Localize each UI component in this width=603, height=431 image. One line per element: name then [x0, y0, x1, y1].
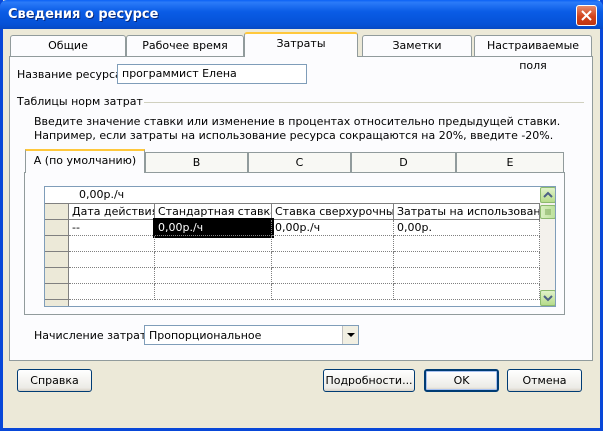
dropdown-arrow[interactable]	[342, 326, 358, 344]
close-button[interactable]	[576, 5, 597, 26]
table-cell[interactable]	[155, 268, 272, 284]
table-cell[interactable]	[69, 284, 155, 300]
tab-notes[interactable]: Заметки	[362, 35, 472, 56]
row-header[interactable]	[45, 220, 69, 236]
chevron-down-icon	[347, 333, 355, 337]
edit-bar-input[interactable]: 0,00р./ч	[69, 187, 540, 204]
table-cell[interactable]	[394, 284, 540, 300]
tab-costs[interactable]: Затраты	[244, 32, 358, 57]
rate-tab-d[interactable]: D	[351, 152, 456, 172]
scroll-thumb[interactable]	[540, 205, 555, 219]
accrual-value: Пропорциональное	[149, 329, 262, 342]
rate-tab-b[interactable]: B	[145, 152, 248, 172]
rate-tab-e[interactable]: E	[456, 152, 564, 172]
table-cell[interactable]	[272, 236, 394, 252]
row-header[interactable]	[45, 268, 69, 284]
column-header-overtime-rate[interactable]: Ставка сверхурочных	[272, 204, 394, 220]
column-header-standard-rate[interactable]: Стандартная ставка	[155, 204, 272, 220]
corner-cell	[45, 204, 69, 220]
cell-standard-rate[interactable]: 0,00р./ч	[153, 218, 274, 238]
table-cell[interactable]	[272, 252, 394, 268]
table-cell[interactable]	[272, 284, 394, 300]
column-header-date[interactable]: Дата действия	[69, 204, 155, 220]
table-cell[interactable]	[272, 268, 394, 284]
vertical-scrollbar[interactable]	[540, 187, 555, 306]
column-header-per-use-cost[interactable]: Затраты на использование	[394, 204, 540, 220]
table-cell[interactable]	[69, 236, 155, 252]
row-header[interactable]	[45, 284, 69, 300]
rate-tab-c[interactable]: C	[248, 152, 351, 172]
rates-group-label: Таблицы норм затрат	[17, 95, 143, 108]
cell-overtime-rate[interactable]: 0,00р./ч	[272, 220, 394, 236]
table-cell[interactable]	[155, 284, 272, 300]
table-cell[interactable]	[394, 268, 540, 284]
table-cell[interactable]	[394, 236, 540, 252]
tab-working-time[interactable]: Рабочее время	[126, 35, 244, 56]
help-button[interactable]: Справка	[17, 369, 92, 392]
tab-general[interactable]: Общие	[10, 35, 126, 56]
rate-grid: 0,00р./ч Дата действия Стандартная ставк…	[44, 186, 556, 307]
row-header[interactable]	[45, 236, 69, 252]
scroll-down-button[interactable]	[540, 290, 555, 306]
close-icon	[581, 10, 592, 21]
ok-button[interactable]: OK	[424, 369, 499, 392]
cell-date[interactable]: --	[69, 220, 155, 236]
cell-per-use-cost[interactable]: 0,00р.	[394, 220, 540, 236]
row-header[interactable]	[45, 252, 69, 268]
details-button[interactable]: Подробности...	[323, 369, 415, 392]
instructions-text: Введите значение ставки или изменение в …	[34, 115, 561, 142]
grip-icon	[545, 209, 551, 215]
table-cell[interactable]	[69, 268, 155, 284]
resource-name-field[interactable]: программист Елена	[117, 64, 307, 84]
table-cell[interactable]	[69, 252, 155, 268]
tab-custom-fields[interactable]: Настраиваемые поля	[474, 35, 592, 72]
resource-name-label: Название ресурса:	[17, 68, 126, 81]
table-cell[interactable]	[155, 252, 272, 268]
title-bar[interactable]: Сведения о ресурсе	[0, 0, 603, 29]
accrual-label: Начисление затрат:	[34, 329, 150, 342]
chevron-down-icon	[543, 295, 553, 302]
edit-bar-spacer	[45, 187, 69, 204]
accrual-dropdown[interactable]: Пропорциональное	[144, 325, 359, 345]
rate-tab-a[interactable]: A (по умолчанию)	[25, 149, 145, 173]
group-separator	[144, 102, 584, 103]
cancel-button[interactable]: Отмена	[507, 369, 582, 392]
row-header[interactable]	[45, 300, 69, 306]
chevron-up-icon	[543, 191, 553, 198]
table-cell[interactable]	[394, 252, 540, 268]
table-cell[interactable]	[155, 236, 272, 252]
scroll-up-button[interactable]	[540, 187, 555, 203]
window-title: Сведения о ресурсе	[8, 7, 159, 22]
